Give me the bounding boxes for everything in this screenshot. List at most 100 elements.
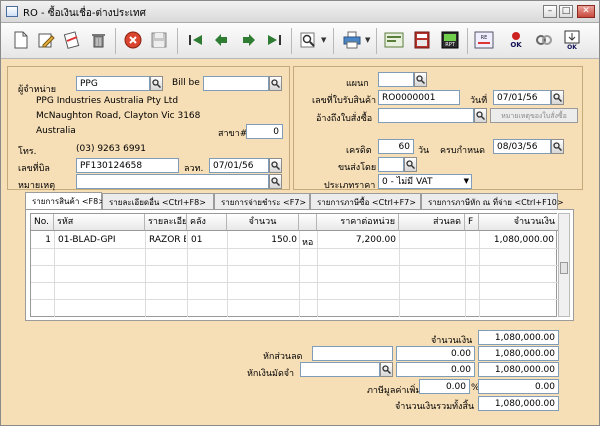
search-icon: [476, 111, 485, 120]
amount-field: 1,080,000.00: [478, 330, 559, 345]
credit-input[interactable]: 60: [378, 139, 414, 154]
branch-input[interactable]: 0: [246, 124, 283, 139]
bill-date-label: ลวท.: [184, 164, 204, 174]
minimize-button[interactable]: –: [543, 5, 557, 18]
po-remark-button[interactable]: หมายเหตุของใบสั่งซื้อ: [490, 108, 578, 123]
date-input[interactable]: 07/01/56: [493, 90, 551, 105]
price-type-select[interactable]: 0 - ไม่มี VAT ▼: [378, 174, 472, 189]
receipt-no-input[interactable]: RO0000001: [378, 90, 460, 105]
save-button[interactable]: [148, 29, 170, 51]
next-record-button[interactable]: [237, 29, 259, 51]
remark-lookup-button[interactable]: [269, 174, 282, 189]
maximize-button[interactable]: □: [559, 5, 573, 18]
dept-lookup-button[interactable]: [414, 72, 427, 87]
cancel-button[interactable]: [122, 29, 144, 51]
chevron-down-icon: ▼: [463, 177, 469, 185]
deposit-value-field: 0.00: [396, 362, 475, 377]
dept-label: แผนก: [346, 79, 369, 89]
col-warehouse[interactable]: คลัง: [187, 214, 227, 231]
price-type-label: ประเภทราคา: [324, 181, 376, 191]
col-unit[interactable]: [299, 214, 317, 231]
delete-button[interactable]: [87, 29, 109, 51]
ship-lookup-button[interactable]: [404, 157, 417, 172]
date-label: วันที่: [470, 96, 488, 106]
print-button[interactable]: [341, 29, 363, 51]
bill-no-input[interactable]: PF130124658: [76, 158, 179, 173]
grand-total-label: จำนวนเงินรวมทั้งสิ้น: [395, 402, 475, 412]
report-button[interactable]: RPT: [439, 29, 461, 51]
col-code[interactable]: รหัส: [54, 214, 145, 231]
calculator-icon: [414, 31, 430, 49]
po-ref-input[interactable]: [378, 108, 474, 123]
exit-button[interactable]: OK: [561, 29, 583, 51]
scroll-thumb[interactable]: [560, 262, 568, 274]
supplier-lookup-button[interactable]: [150, 76, 163, 91]
search-button[interactable]: [297, 29, 319, 51]
due-date-picker-button[interactable]: [551, 139, 564, 154]
svg-text:RE: RE: [481, 35, 488, 41]
supplier-address-1: McNaughton Road, Clayton Vic 3168: [36, 111, 201, 121]
remark-input[interactable]: [76, 174, 269, 189]
export-button[interactable]: [383, 29, 405, 51]
discount-input[interactable]: [312, 346, 393, 361]
close-button[interactable]: ✕: [577, 5, 595, 18]
col-no[interactable]: No.: [31, 214, 54, 231]
tel-value: (03) 9263 6991: [76, 144, 147, 154]
calculator-button[interactable]: [411, 29, 433, 51]
supplier-code-input[interactable]: PPG: [76, 76, 150, 91]
col-discount[interactable]: ส่วนลด: [399, 214, 465, 231]
bill-date-picker-button[interactable]: [269, 158, 282, 173]
items-grid[interactable]: No. รหัส รายละเอียด คลัง จำนวน ราคาต่อหน…: [30, 213, 558, 317]
ship-label: ขนส่งโดย: [338, 163, 377, 173]
vat-value-field: 0.00: [478, 379, 559, 394]
col-price[interactable]: ราคาต่อหน่วย: [317, 214, 399, 231]
prev-record-button[interactable]: [211, 29, 233, 51]
bill-be-lookup-button[interactable]: [269, 76, 282, 91]
bill-be-input[interactable]: [203, 76, 269, 91]
bill-no-label: เลขที่บิล: [18, 164, 50, 174]
due-date-input[interactable]: 08/03/56: [493, 139, 551, 154]
last-record-button[interactable]: [263, 29, 285, 51]
ok-button[interactable]: OK: [505, 29, 527, 51]
svg-text:OK: OK: [567, 44, 577, 50]
col-flag[interactable]: F: [465, 214, 479, 231]
vat-rate-input[interactable]: 0.00: [419, 379, 470, 394]
date-picker-button[interactable]: [551, 90, 564, 105]
exit-icon: OK: [564, 30, 580, 50]
search-icon: [271, 79, 280, 88]
svg-text:RPT: RPT: [445, 42, 455, 48]
edit-button[interactable]: [35, 29, 57, 51]
search-icon: [271, 161, 280, 170]
first-record-button[interactable]: [185, 29, 207, 51]
tab-purchase-tax[interactable]: รายการภาษีซื้อ <Ctrl+F7>: [310, 193, 421, 209]
col-desc[interactable]: รายละเอียด: [145, 214, 187, 231]
due-label: ครบกำหนด: [440, 146, 485, 156]
supplier-address-2: Australia: [36, 126, 76, 136]
col-amount[interactable]: จำนวนเงิน: [479, 214, 558, 231]
edit-icon: [38, 33, 55, 48]
col-qty[interactable]: จำนวน: [227, 214, 299, 231]
first-icon: [189, 35, 202, 45]
vertical-scrollbar[interactable]: [558, 213, 570, 317]
po-ref-lookup-button[interactable]: [474, 108, 487, 123]
chevron-down-icon[interactable]: ▼: [365, 36, 372, 44]
settings-button[interactable]: [533, 29, 555, 51]
print-doc-button[interactable]: [61, 29, 83, 51]
ship-input[interactable]: [378, 157, 404, 172]
tab-withholding-tax[interactable]: รายการภาษีหัก ณ ที่จ่าย <Ctrl+F10>: [421, 193, 564, 209]
new-button[interactable]: [9, 29, 31, 51]
refresh-button[interactable]: RE: [473, 29, 495, 51]
dept-input[interactable]: [378, 72, 414, 87]
chevron-down-icon[interactable]: ▼: [321, 36, 328, 44]
toolbar: ▼ ▼ RPT RE OK OK: [1, 23, 599, 59]
tab-items[interactable]: รายการสินค้า <F8>: [25, 192, 105, 209]
deposit-lookup-button[interactable]: [380, 362, 393, 377]
tab-details[interactable]: รายละเอียดอื่น <Ctrl+F8>: [102, 193, 214, 209]
supplier-name: PPG Industries Australia Pty Ltd: [36, 96, 179, 106]
save-icon: [151, 32, 167, 48]
report-icon: RPT: [441, 31, 459, 49]
tab-payments[interactable]: รายการจ่ายชำระ <F7>: [214, 193, 310, 209]
remark-label: หมายเหตุ: [18, 181, 56, 191]
deposit-input[interactable]: [300, 362, 380, 377]
bill-date-input[interactable]: 07/01/56: [209, 158, 269, 173]
